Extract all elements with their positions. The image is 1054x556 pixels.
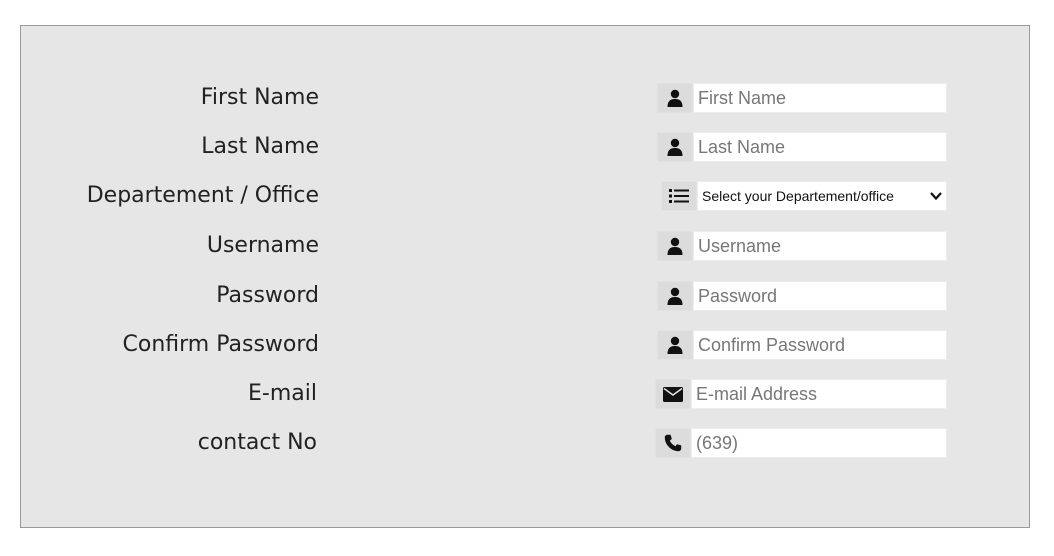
department-row: Departement / Office Select your Departe… xyxy=(21,180,1029,212)
confirm-password-input[interactable] xyxy=(693,330,947,360)
email-input[interactable] xyxy=(691,379,947,409)
last-name-label: Last Name xyxy=(201,134,319,159)
email-label: E-mail xyxy=(248,381,317,406)
username-label: Username xyxy=(206,233,319,258)
user-icon xyxy=(657,132,693,162)
confirm-password-field-group xyxy=(657,330,947,360)
password-label: Password xyxy=(216,283,319,308)
user-icon xyxy=(657,330,693,360)
username-row: Username xyxy=(21,230,1029,262)
user-icon xyxy=(657,281,693,311)
contact-row: contact No xyxy=(21,427,1029,459)
envelope-icon xyxy=(655,379,691,409)
department-field-group: Select your Departement/office xyxy=(661,181,947,211)
contact-field-group xyxy=(655,428,947,458)
first-name-input[interactable] xyxy=(693,83,947,113)
confirm-password-label: Confirm Password xyxy=(122,332,319,357)
user-icon xyxy=(657,83,693,113)
password-input[interactable] xyxy=(693,281,947,311)
last-name-field-group xyxy=(657,132,947,162)
password-field-group xyxy=(657,281,947,311)
username-field-group xyxy=(657,231,947,261)
last-name-input[interactable] xyxy=(693,132,947,162)
first-name-row: First Name xyxy=(21,82,1029,114)
user-icon xyxy=(657,231,693,261)
list-icon xyxy=(661,181,697,211)
department-select[interactable]: Select your Departement/office xyxy=(697,181,947,211)
contact-input[interactable] xyxy=(691,428,947,458)
phone-icon xyxy=(655,428,691,458)
confirm-password-row: Confirm Password xyxy=(21,329,1029,361)
department-select-value: Select your Departement/office xyxy=(702,188,894,204)
password-row: Password xyxy=(21,280,1029,312)
chevron-down-icon xyxy=(930,188,942,204)
registration-form-panel: First Name Last Name Departement / Offic… xyxy=(20,25,1030,528)
email-row: E-mail xyxy=(21,378,1029,410)
contact-label: contact No xyxy=(197,430,317,455)
department-label: Departement / Office xyxy=(86,183,319,208)
last-name-row: Last Name xyxy=(21,131,1029,163)
email-field-group xyxy=(655,379,947,409)
first-name-field-group xyxy=(657,83,947,113)
first-name-label: First Name xyxy=(200,85,319,110)
username-input[interactable] xyxy=(693,231,947,261)
